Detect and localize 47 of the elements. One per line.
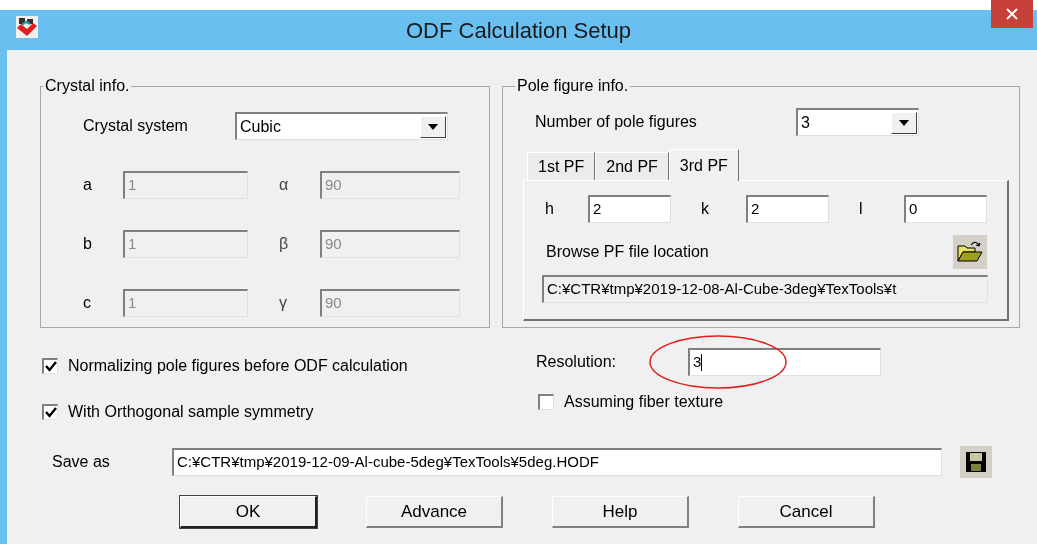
parameter-label: b [83, 234, 93, 254]
index-label: k [700, 199, 710, 219]
browse-button[interactable] [953, 235, 987, 269]
resolution-field[interactable]: 3 [688, 348, 881, 376]
dialog-button[interactable]: Cancel [738, 496, 875, 528]
checkbox-label: Assuming fiber texture [564, 392, 724, 412]
parameter-label: β [278, 234, 290, 254]
checkbox[interactable] [42, 358, 58, 374]
file-path-field[interactable]: C:¥CTR¥tmp¥2019-12-08-Al-Cube-3deg¥TexTools¥t [542, 275, 988, 303]
index-field[interactable]: 2 [746, 195, 829, 223]
group-title: Pole figure info. [517, 77, 629, 94]
index-label: h [544, 199, 555, 219]
window-title: ODF Calculation Setup [406, 16, 631, 45]
text-cursor [701, 354, 703, 371]
caret-icon [899, 119, 909, 126]
tab[interactable]: 3rd PF [668, 149, 739, 181]
field-label: Resolution: [536, 352, 618, 372]
save-path-field[interactable]: C:¥CTR¥tmp¥2019-12-09-Al-cube-5deg¥TexTools¥5deg.HODF [172, 448, 942, 476]
index-label: l [858, 199, 864, 219]
field-label: Crystal system [83, 116, 189, 136]
close-button[interactable] [991, 0, 1033, 28]
close-icon [1006, 8, 1018, 20]
checkbox-label: Normalizing pole figures before ODF calculation [68, 356, 408, 376]
app-icon [14, 14, 40, 40]
field-label: Save as [51, 452, 111, 472]
tab[interactable]: 1st PF [527, 152, 596, 180]
field-label: Number of pole figures [535, 112, 698, 132]
dropdown[interactable]: Cubic [235, 112, 448, 140]
tab[interactable]: 2nd PF [595, 152, 669, 180]
parameter-label: a [83, 175, 93, 195]
save-button[interactable] [960, 446, 992, 478]
parameter-label: c [83, 293, 92, 313]
parameter-label: α [278, 175, 290, 195]
dropdown[interactable]: 3 [796, 108, 919, 136]
checkbox-label: With Orthogonal sample symmetry [68, 402, 314, 422]
checkbox[interactable] [538, 394, 554, 410]
field-label: Browse PF file location [546, 242, 709, 262]
group-title: Crystal info. [45, 77, 130, 94]
checkbox[interactable] [42, 404, 58, 420]
parameter-label: γ [278, 293, 288, 313]
dialog-button[interactable]: OK [180, 496, 317, 528]
dialog-button[interactable]: Help [552, 496, 689, 528]
index-field[interactable]: 0 [904, 195, 987, 223]
dialog-button[interactable]: Advance [366, 496, 503, 528]
caret-icon [428, 123, 438, 130]
folder-icon [957, 241, 983, 263]
index-field[interactable]: 2 [588, 195, 671, 223]
